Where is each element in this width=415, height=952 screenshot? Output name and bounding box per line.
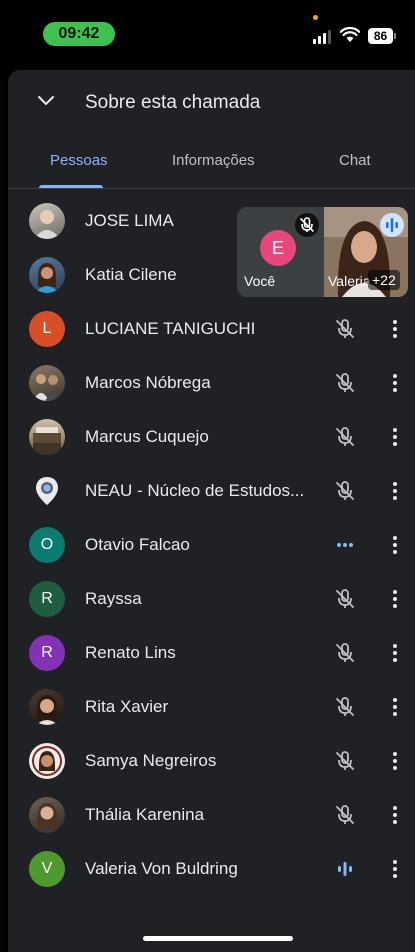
mic-off-icon bbox=[336, 697, 354, 716]
avatar bbox=[29, 257, 65, 293]
privacy-indicator-dot bbox=[313, 15, 318, 20]
more-options-icon[interactable] bbox=[388, 587, 402, 611]
more-options-icon[interactable] bbox=[388, 641, 402, 665]
participant-name: NEAU - Núcleo de Estudos... bbox=[85, 481, 305, 500]
cellular-signal-icon bbox=[313, 30, 333, 44]
self-avatar: E bbox=[260, 230, 296, 266]
avatar: R bbox=[29, 635, 65, 671]
tab-people[interactable]: Pessoas bbox=[50, 152, 108, 169]
avatar: V bbox=[29, 851, 65, 887]
self-mic-off-icon bbox=[295, 213, 319, 237]
tab-info[interactable]: Informações bbox=[172, 152, 255, 169]
participant-name: JOSE LIMA bbox=[85, 211, 174, 230]
mic-off-icon bbox=[336, 751, 354, 770]
mic-off-icon bbox=[336, 805, 354, 824]
more-options-icon[interactable] bbox=[388, 371, 402, 395]
participant-row[interactable]: Samya Negreiros bbox=[8, 734, 415, 788]
speaking-indicator-icon bbox=[338, 862, 352, 876]
featured-video-tile[interactable]: Valeria +22 bbox=[324, 207, 408, 297]
status-time: 09:42 bbox=[43, 22, 115, 46]
battery-indicator: 86 bbox=[368, 28, 396, 44]
participant-name: Valeria Von Buldring bbox=[85, 859, 238, 878]
call-details-sheet: Sobre esta chamada Pessoas Informações C… bbox=[8, 70, 415, 952]
participant-count-badge: +22 bbox=[368, 270, 400, 290]
more-options-icon[interactable] bbox=[388, 533, 402, 557]
participant-row[interactable]: Rita Xavier bbox=[8, 680, 415, 734]
participant-name: Otavio Falcao bbox=[85, 535, 190, 554]
more-options-icon[interactable] bbox=[388, 479, 402, 503]
more-options-icon[interactable] bbox=[388, 857, 402, 881]
participant-name: Thália Karenina bbox=[85, 805, 205, 824]
participant-name: Marcos Nóbrega bbox=[85, 373, 211, 392]
participant-row[interactable]: NEAU - Núcleo de Estudos... bbox=[8, 464, 415, 518]
participant-name: Rayssa bbox=[85, 589, 142, 608]
participant-row[interactable]: Marcus Cuquejo bbox=[8, 410, 415, 464]
mic-off-icon bbox=[336, 481, 354, 500]
participant-name: Rita Xavier bbox=[85, 697, 169, 716]
mic-off-icon bbox=[336, 319, 354, 338]
participant-row[interactable]: L LUCIANE TANIGUCHI bbox=[8, 302, 415, 356]
self-video-tile[interactable]: E Você bbox=[237, 207, 324, 297]
avatar: O bbox=[29, 527, 65, 563]
avatar: R bbox=[29, 581, 65, 617]
avatar bbox=[29, 419, 65, 455]
participant-name: Samya Negreiros bbox=[85, 751, 217, 770]
active-tab-indicator bbox=[39, 185, 103, 188]
chevron-down-icon[interactable] bbox=[36, 94, 56, 108]
participant-row[interactable]: Marcos Nóbrega bbox=[8, 356, 415, 410]
mic-off-icon bbox=[336, 427, 354, 446]
more-options-icon[interactable] bbox=[388, 425, 402, 449]
participant-row[interactable]: R Renato Lins bbox=[8, 626, 415, 680]
home-indicator[interactable] bbox=[143, 936, 293, 941]
mic-off-icon bbox=[336, 643, 354, 662]
more-options-icon[interactable] bbox=[388, 695, 402, 719]
sheet-header: Sobre esta chamada bbox=[8, 70, 415, 136]
mic-off-icon bbox=[336, 373, 354, 392]
participant-name: Marcus Cuquejo bbox=[85, 427, 209, 446]
location-pin-icon bbox=[29, 473, 65, 509]
participant-row[interactable]: R Rayssa bbox=[8, 572, 415, 626]
mic-off-icon bbox=[336, 589, 354, 608]
avatar bbox=[29, 203, 65, 239]
avatar bbox=[29, 689, 65, 725]
avatar bbox=[29, 743, 65, 779]
participant-name: LUCIANE TANIGUCHI bbox=[85, 319, 256, 338]
status-bar: 09:42 86 bbox=[0, 0, 415, 70]
tab-chat[interactable]: Chat bbox=[339, 152, 371, 169]
avatar: L bbox=[29, 311, 65, 347]
avatar bbox=[29, 797, 65, 833]
participant-name: Katia Cilene bbox=[85, 265, 177, 284]
participant-name: Renato Lins bbox=[85, 643, 176, 662]
speaking-indicator-icon bbox=[380, 213, 404, 237]
more-options-icon[interactable] bbox=[388, 317, 402, 341]
participant-row[interactable]: V Valeria Von Buldring bbox=[8, 842, 415, 896]
sheet-title: Sobre esta chamada bbox=[85, 92, 261, 113]
participant-row[interactable]: O Otavio Falcao bbox=[8, 518, 415, 572]
self-tile-label: Você bbox=[244, 273, 276, 289]
more-options-icon[interactable] bbox=[388, 803, 402, 827]
tab-bar: Pessoas Informações Chat bbox=[8, 136, 415, 189]
connecting-dots-icon bbox=[337, 543, 353, 547]
featured-tile-label: Valeria bbox=[328, 273, 370, 289]
participant-row[interactable]: Thália Karenina bbox=[8, 788, 415, 842]
more-options-icon[interactable] bbox=[388, 749, 402, 773]
wifi-icon bbox=[340, 27, 360, 42]
avatar bbox=[29, 365, 65, 401]
